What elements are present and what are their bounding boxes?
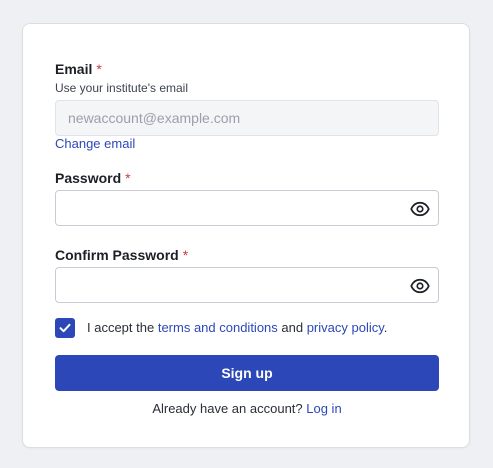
eye-icon[interactable] xyxy=(410,276,430,296)
required-mark: * xyxy=(182,247,189,263)
email-hint: Use your institute's email xyxy=(55,81,189,95)
terms-prefix: I accept the xyxy=(87,320,158,335)
email-label: Email * xyxy=(55,60,102,78)
password-label: Password * xyxy=(55,169,131,187)
sign-up-button[interactable]: Sign up xyxy=(55,355,439,391)
required-mark: * xyxy=(96,61,102,77)
privacy-link[interactable]: privacy policy xyxy=(307,320,384,335)
signup-card: Email * Use your institute's email newacc… xyxy=(22,23,470,448)
terms-link[interactable]: terms and conditions xyxy=(158,320,278,335)
terms-text: I accept the terms and conditions and pr… xyxy=(87,319,387,337)
change-email-link[interactable]: Change email xyxy=(55,136,135,152)
login-prompt: Already have an account? Log in xyxy=(23,400,471,418)
email-label-text: Email xyxy=(55,61,93,77)
required-mark: * xyxy=(125,170,131,186)
terms-checkbox[interactable] xyxy=(55,318,75,338)
terms-suffix: . xyxy=(383,320,388,335)
confirm-password-label: Confirm Password * xyxy=(55,246,188,264)
email-field: newaccount@example.com xyxy=(55,100,439,136)
login-prompt-text: Already have an account? xyxy=(152,401,307,416)
log-in-link[interactable]: Log in xyxy=(306,401,341,416)
checkmark-icon xyxy=(59,323,71,333)
password-label-text: Password xyxy=(55,170,122,186)
password-input[interactable] xyxy=(55,190,439,226)
confirm-password-input[interactable] xyxy=(55,267,439,303)
confirm-password-label-text: Confirm Password xyxy=(55,247,179,263)
eye-icon[interactable] xyxy=(410,199,430,219)
terms-middle: and xyxy=(277,320,307,335)
